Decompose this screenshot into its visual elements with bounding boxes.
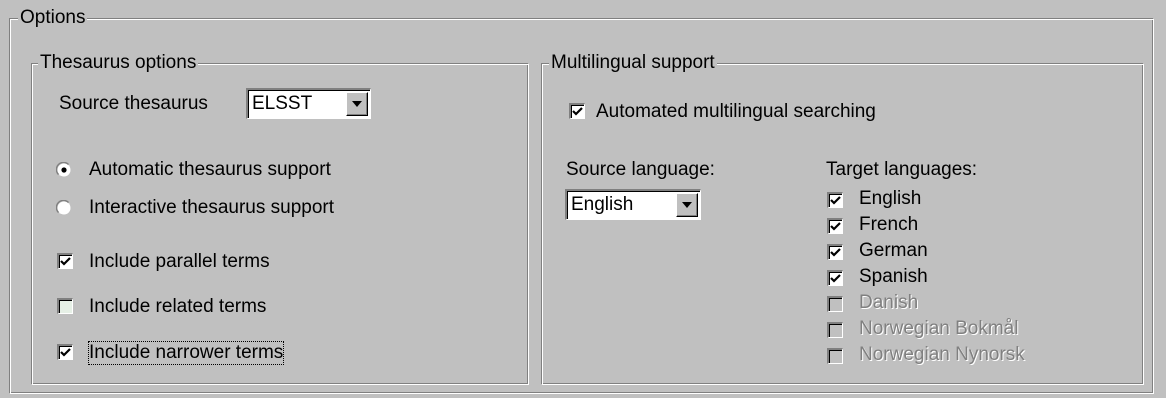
- target-language-label: English: [859, 188, 922, 209]
- source-language-dropdown-button[interactable]: [676, 193, 698, 217]
- source-thesaurus-value: ELSST: [252, 93, 313, 114]
- target-language-label: Danish: [859, 292, 919, 313]
- target-language-checkbox[interactable]: [827, 218, 843, 234]
- automated-multilingual-searching-checkbox[interactable]: [569, 103, 585, 119]
- target-languages-label: Target languages:: [826, 159, 978, 180]
- radio-interactive-thesaurus[interactable]: [56, 200, 72, 216]
- target-language-item: Norwegian Bokmål: [825, 318, 1125, 344]
- target-language-checkbox: [827, 296, 843, 312]
- radio-automatic-thesaurus[interactable]: [56, 162, 72, 178]
- include-parallel-terms-label[interactable]: Include parallel terms: [89, 251, 270, 273]
- target-language-item: Norwegian Nynorsk: [825, 344, 1125, 370]
- target-language-label: Norwegian Nynorsk: [859, 344, 1025, 365]
- target-language-item[interactable]: French: [825, 214, 1125, 240]
- target-language-checkbox[interactable]: [827, 244, 843, 260]
- target-language-label: Spanish: [859, 266, 928, 287]
- target-language-item: Danish: [825, 292, 1125, 318]
- target-language-item[interactable]: Spanish: [825, 266, 1125, 292]
- chevron-down-icon: [352, 101, 362, 107]
- include-parallel-terms-checkbox[interactable]: [57, 253, 73, 269]
- checkmark-icon: [830, 248, 841, 257]
- source-language-select[interactable]: English: [565, 189, 701, 220]
- source-language-label: Source language:: [566, 159, 715, 180]
- checkmark-icon: [60, 257, 71, 266]
- target-languages-list: English French German Spanish Danish Nor…: [825, 188, 1125, 378]
- options-legend: Options: [18, 7, 88, 28]
- multilingual-support-legend: Multilingual support: [549, 52, 717, 73]
- include-narrower-terms-label[interactable]: Include narrower terms: [87, 341, 285, 365]
- chevron-down-icon: [682, 202, 692, 208]
- include-narrower-terms-checkbox[interactable]: [57, 344, 73, 360]
- target-language-label: Norwegian Bokmål: [859, 318, 1019, 339]
- include-related-terms-label[interactable]: Include related terms: [89, 296, 266, 318]
- target-language-checkbox: [827, 348, 843, 364]
- checkmark-icon: [572, 107, 583, 116]
- checkmark-icon: [830, 274, 841, 283]
- checkmark-icon: [60, 348, 71, 357]
- checkmark-icon: [830, 222, 841, 231]
- target-language-item[interactable]: German: [825, 240, 1125, 266]
- automated-multilingual-searching-label[interactable]: Automated multilingual searching: [596, 101, 876, 123]
- include-related-terms-checkbox[interactable]: [57, 298, 73, 314]
- thesaurus-options-legend: Thesaurus options: [38, 52, 199, 73]
- target-language-label: French: [859, 214, 919, 235]
- checkmark-icon: [830, 196, 841, 205]
- target-language-checkbox[interactable]: [827, 192, 843, 208]
- target-language-checkbox[interactable]: [827, 270, 843, 286]
- source-thesaurus-select[interactable]: ELSST: [246, 88, 371, 119]
- source-language-value: English: [571, 194, 634, 215]
- target-language-item[interactable]: English: [825, 188, 1125, 214]
- radio-interactive-label[interactable]: Interactive thesaurus support: [89, 197, 334, 219]
- source-thesaurus-label: Source thesaurus: [59, 93, 208, 114]
- target-language-label: German: [859, 240, 928, 261]
- source-thesaurus-dropdown-button[interactable]: [346, 92, 368, 116]
- target-language-checkbox: [827, 322, 843, 338]
- radio-automatic-label[interactable]: Automatic thesaurus support: [89, 159, 331, 181]
